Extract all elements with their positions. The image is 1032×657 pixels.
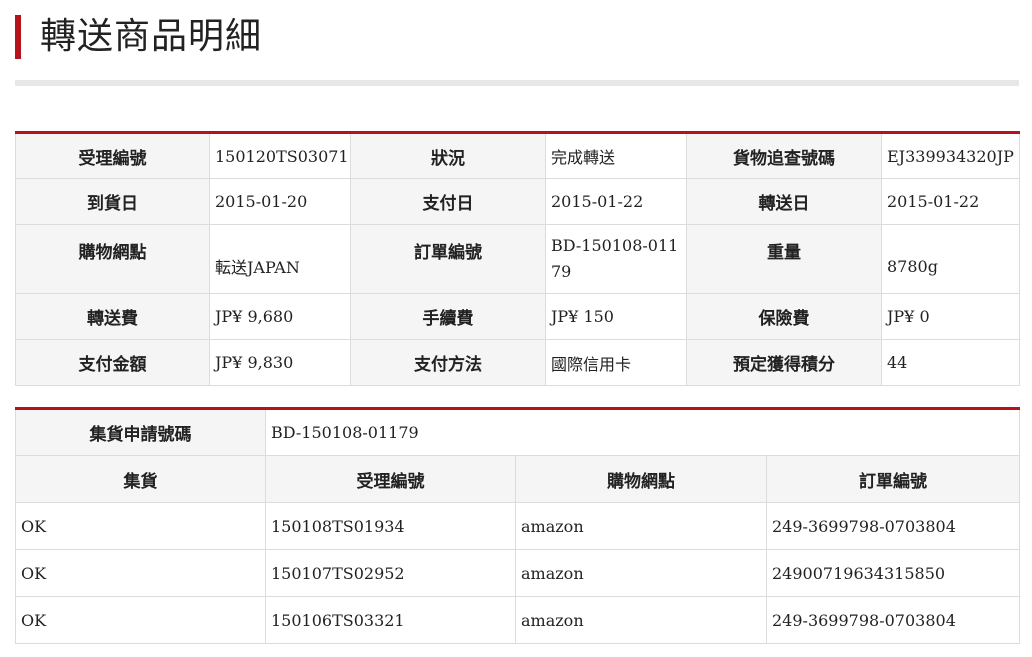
receipt-number: 150107TS02952 (265, 549, 516, 597)
value-cell: JP¥ 9,680 (209, 293, 351, 340)
label-cell: 預定獲得積分 (686, 339, 882, 386)
label-cell: 受理編號 (15, 132, 210, 179)
table-row: OK 150106TS03321 amazon 249-3699798-0703… (15, 596, 1020, 644)
table-row: OK 150107TS02952 amazon 2490071963431585… (15, 549, 1020, 597)
table-header-row: 集貨 受理編號 購物網點 訂單編號 (15, 455, 1020, 503)
label-cell: 保險費 (686, 293, 882, 340)
value-cell: JP¥ 9,830 (209, 339, 351, 386)
status-value: 完成轉送 (545, 132, 687, 179)
label-cell: 支付金額 (15, 339, 210, 386)
column-header: 集貨 (15, 455, 266, 503)
label-cell: 支付日 (350, 178, 546, 225)
table-row: 受理編號 150120TS03071 狀況 完成轉送 貨物追查號碼 EJ3399… (15, 132, 1020, 179)
consolidation-request-label: 集貨申請號碼 (15, 408, 266, 456)
page-title: 轉送商品明細 (40, 16, 263, 57)
payment-method-value: 國際信用卡 (545, 339, 687, 386)
order-number: 24900719634315850 (766, 549, 1020, 597)
value-cell: 2015-01-22 (881, 178, 1020, 225)
weight-value: 8780g (887, 256, 938, 276)
order-number: 249-3699798-0703804 (766, 502, 1020, 550)
label-cell: 貨物追查號碼 (686, 132, 882, 179)
value-cell: 2015-01-20 (209, 178, 351, 225)
transfer-details-table: 受理編號 150120TS03071 狀況 完成轉送 貨物追查號碼 EJ3399… (15, 131, 1020, 386)
label-cell: 支付方法 (350, 339, 546, 386)
shop-name: amazon (515, 549, 767, 597)
label-text: 購物網點 (78, 242, 147, 263)
tracking-number-value: EJ339934320JP (881, 132, 1020, 179)
value-cell: JP¥ 0 (881, 293, 1020, 340)
column-header: 受理編號 (265, 455, 516, 503)
column-header: 訂單編號 (766, 455, 1020, 503)
title-accent-bar (15, 15, 21, 59)
points-value: 44 (881, 339, 1020, 386)
value-cell: 2015-01-22 (545, 178, 687, 225)
consolidation-status: OK (15, 502, 266, 550)
title-divider (15, 80, 1019, 86)
table-row: 轉送費 JP¥ 9,680 手續費 JP¥ 150 保險費 JP¥ 0 (15, 293, 1020, 340)
order-number-value: BD-150108-01179 (545, 224, 687, 294)
consolidation-table: 集貨申請號碼 BD-150108-01179 集貨 受理編號 購物網點 訂單編號… (15, 407, 1020, 644)
label-text: 訂單編號 (414, 242, 482, 263)
receipt-number: 150108TS01934 (265, 502, 516, 550)
consolidation-status: OK (15, 596, 266, 644)
label-text: 重量 (767, 242, 801, 263)
label-cell: 購物網點 (15, 224, 210, 294)
consolidation-status: OK (15, 549, 266, 597)
value-cell: 転送JAPAN (209, 224, 351, 294)
table-row: 到貨日 2015-01-20 支付日 2015-01-22 轉送日 2015-0… (15, 178, 1020, 225)
label-cell: 狀況 (350, 132, 546, 179)
table-row: 集貨申請號碼 BD-150108-01179 (15, 408, 1020, 456)
table-row: 購物網點 転送JAPAN 訂單編號 BD-150108-01179 重量 878… (15, 224, 1020, 294)
table-row: OK 150108TS01934 amazon 249-3699798-0703… (15, 502, 1020, 550)
label-cell: 到貨日 (15, 178, 210, 225)
label-cell: 轉送日 (686, 178, 882, 225)
label-cell: 訂單編號 (350, 224, 546, 294)
receipt-number: 150106TS03321 (265, 596, 516, 644)
shop-name: amazon (515, 502, 767, 550)
value-cell: 150120TS03071 (209, 132, 351, 179)
label-cell: 重量 (686, 224, 882, 294)
page-header: 轉送商品明細 (15, 14, 262, 60)
column-header: 購物網點 (515, 455, 767, 503)
order-number: 249-3699798-0703804 (766, 596, 1020, 644)
shop-value: 転送JAPAN (215, 258, 300, 277)
label-cell: 轉送費 (15, 293, 210, 340)
label-cell: 手續費 (350, 293, 546, 340)
value-cell: 8780g (881, 224, 1020, 294)
shop-name: amazon (515, 596, 767, 644)
table-row: 支付金額 JP¥ 9,830 支付方法 國際信用卡 預定獲得積分 44 (15, 339, 1020, 386)
consolidation-request-value: BD-150108-01179 (265, 408, 1020, 456)
value-cell: JP¥ 150 (545, 293, 687, 340)
